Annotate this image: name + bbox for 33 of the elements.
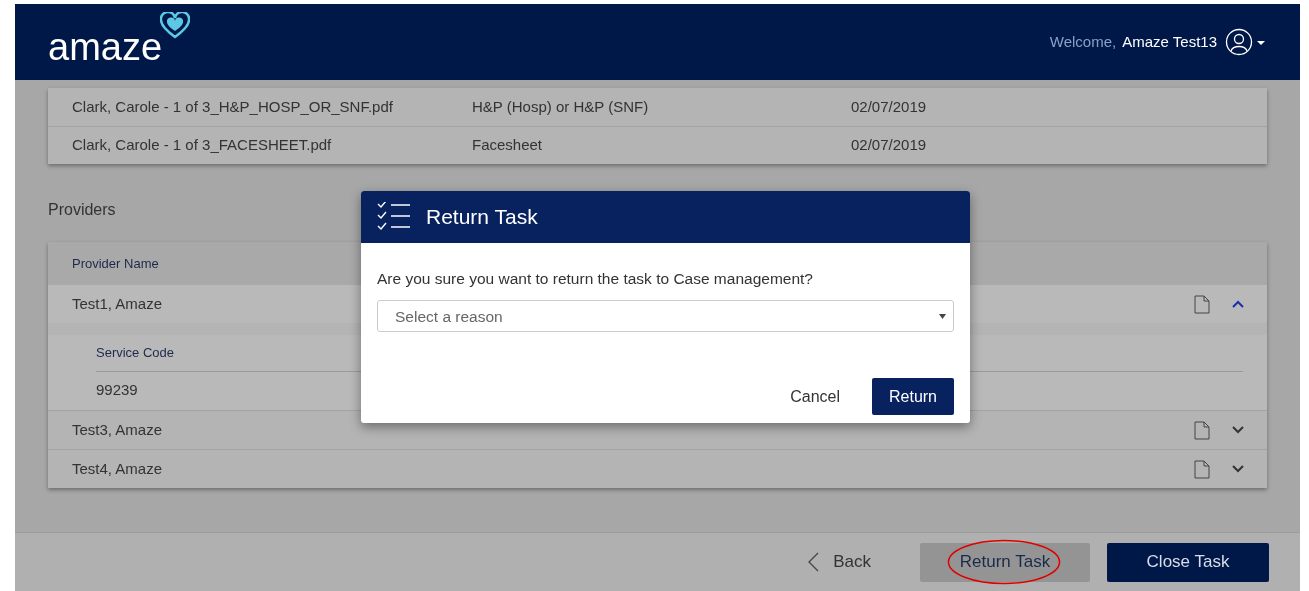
return-button[interactable]: Return: [872, 378, 954, 416]
section-title: Providers: [48, 200, 116, 220]
back-button[interactable]: Back: [807, 549, 871, 575]
provider-name[interactable]: Test3, Amaze: [72, 418, 1194, 442]
heart-logo-icon: [160, 12, 191, 40]
dialog-question: Are you sure you want to return the task to Case management?: [377, 269, 814, 289]
table-cell-text: 99239: [96, 379, 138, 400]
table-cell-text: Facesheet: [472, 135, 544, 156]
reason-select[interactable]: Select a reason: [377, 300, 954, 333]
document-icon[interactable]: [1194, 294, 1210, 314]
table-cell-text: Clark, Carole - 1 of 3_H&P_HOSP_OR_SNF.pdf: [72, 96, 394, 117]
table-cell-text: Clark, Carole - 1 of 3_FACESHEET.pdf: [72, 135, 333, 156]
checklist-icon: [377, 202, 411, 232]
cancel-button[interactable]: Cancel: [790, 378, 840, 416]
provider-name[interactable]: Test4, Amaze: [72, 457, 1194, 481]
dropdown-arrow-icon: [939, 313, 946, 319]
chevron-left-icon: [807, 552, 820, 572]
table-cell-text: H&P (Hosp) or H&P (SNF): [472, 96, 650, 117]
welcome-label: Welcome,: [1049, 31, 1117, 52]
dialog-title: Return Task: [426, 204, 538, 231]
column-header: Service Code: [96, 344, 175, 363]
chevron-up-icon[interactable]: [1232, 300, 1244, 308]
user-name: Amaze Test13: [1122, 31, 1217, 52]
table-cell-text: 02/07/2019: [851, 135, 927, 156]
close-task-button[interactable]: Close Task: [1107, 542, 1269, 582]
document-icon[interactable]: [1194, 420, 1210, 440]
chevron-down-icon[interactable]: [1232, 465, 1244, 473]
column-header: Provider Name: [72, 254, 159, 273]
document-icon[interactable]: [1194, 459, 1210, 479]
chevron-down-icon[interactable]: [1232, 426, 1244, 434]
return-task-button[interactable]: Return Task: [920, 542, 1090, 582]
table-cell-text: 02/07/2019: [851, 96, 927, 117]
logo: amaze: [48, 28, 163, 66]
